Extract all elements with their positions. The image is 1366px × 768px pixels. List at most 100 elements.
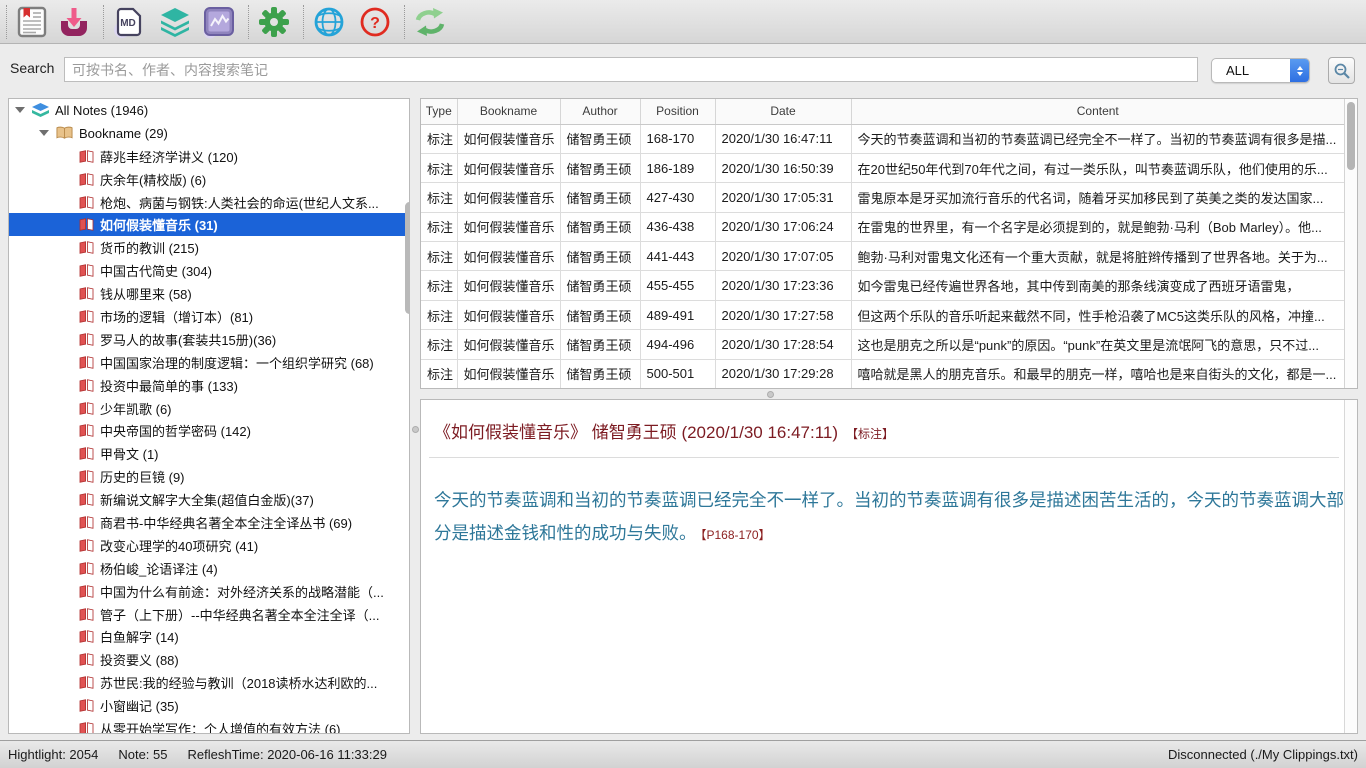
column-header-author[interactable]: Author (560, 99, 640, 124)
sidebar-book-item[interactable]: 中国国家治理的制度逻辑：一个组织学研究 (68) (9, 351, 409, 374)
cell-position[interactable]: 441-443 (640, 242, 715, 271)
cell-author[interactable]: 储智勇王硕 (560, 183, 640, 212)
disclosure-triangle[interactable] (39, 130, 49, 136)
table-row[interactable]: 标注如何假装懂音乐储智勇王硕500-5012020/1/30 17:29:28嘻… (421, 359, 1344, 388)
sidebar-scrollbar[interactable] (403, 198, 410, 734)
cell-bookname[interactable]: 如何假装懂音乐 (457, 300, 560, 329)
sidebar-book-item[interactable]: 庆余年(精校版) (6) (9, 168, 409, 191)
sidebar-item-all-notes[interactable]: All Notes (1946) (9, 99, 409, 122)
cell-position[interactable]: 455-455 (640, 271, 715, 300)
table-row[interactable]: 标注如何假装懂音乐储智勇王硕441-4432020/1/30 17:07:05鲍… (421, 242, 1344, 271)
disclosure-triangle[interactable] (15, 107, 25, 113)
cell-date[interactable]: 2020/1/30 17:27:58 (715, 300, 851, 329)
cell-author[interactable]: 储智勇王硕 (560, 124, 640, 153)
sidebar-book-item[interactable]: 中国为什么有前途：对外经济关系的战略潜能（... (9, 580, 409, 603)
search-button[interactable] (1328, 57, 1355, 84)
cell-date[interactable]: 2020/1/30 17:05:31 (715, 183, 851, 212)
sync-icon[interactable] (411, 3, 449, 41)
sidebar-book-item[interactable]: 历史的巨镜 (9) (9, 465, 409, 488)
table-row[interactable]: 标注如何假装懂音乐储智勇王硕186-1892020/1/30 16:50:39在… (421, 153, 1344, 182)
sidebar-book-item[interactable]: 苏世民:我的经验与教训（2018读桥水达利欧的... (9, 671, 409, 694)
cell-date[interactable]: 2020/1/30 17:29:28 (715, 359, 851, 388)
cell-position[interactable]: 168-170 (640, 124, 715, 153)
settings-icon[interactable] (255, 3, 293, 41)
cell-content[interactable]: 今天的节奏蓝调和当初的节奏蓝调已经完全不一样了。当初的节奏蓝调有很多是描... (851, 124, 1344, 153)
cell-bookname[interactable]: 如何假装懂音乐 (457, 124, 560, 153)
cell-author[interactable]: 储智勇王硕 (560, 153, 640, 182)
table-row[interactable]: 标注如何假装懂音乐储智勇王硕494-4962020/1/30 17:28:54这… (421, 330, 1344, 359)
filter-dropdown[interactable]: ALL (1211, 58, 1310, 83)
sidebar-book-item[interactable]: 小窗幽记 (35) (9, 694, 409, 717)
table-row[interactable]: 标注如何假装懂音乐储智勇王硕436-4382020/1/30 17:06:24在… (421, 212, 1344, 241)
cell-type[interactable]: 标注 (421, 271, 457, 300)
markdown-icon[interactable]: MD (110, 3, 148, 41)
cell-position[interactable]: 494-496 (640, 330, 715, 359)
cell-author[interactable]: 储智勇王硕 (560, 359, 640, 388)
help-icon[interactable]: ? (356, 3, 394, 41)
sidebar-book-item[interactable]: 管子（上下册）--中华经典名著全本全注全译（... (9, 603, 409, 626)
layers-icon[interactable] (156, 3, 194, 41)
sidebar-book-item[interactable]: 钱从哪里来 (58) (9, 282, 409, 305)
cell-type[interactable]: 标注 (421, 330, 457, 359)
sidebar-book-item[interactable]: 投资要义 (88) (9, 648, 409, 671)
cell-date[interactable]: 2020/1/30 17:28:54 (715, 330, 851, 359)
cell-author[interactable]: 储智勇王硕 (560, 330, 640, 359)
cell-date[interactable]: 2020/1/30 16:47:11 (715, 124, 851, 153)
chart-icon[interactable] (200, 3, 238, 41)
cell-position[interactable]: 427-430 (640, 183, 715, 212)
globe-icon[interactable] (310, 3, 348, 41)
cell-content[interactable]: 在20世纪50年代到70年代之间，有过一类乐队，叫节奏蓝调乐队，他们使用的乐..… (851, 153, 1344, 182)
cell-content[interactable]: 但这两个乐队的音乐听起来截然不同，性手枪沿袭了MC5这类乐队的风格，冲撞... (851, 300, 1344, 329)
sidebar-book-item[interactable]: 中央帝国的哲学密码 (142) (9, 419, 409, 442)
cell-date[interactable]: 2020/1/30 16:50:39 (715, 153, 851, 182)
cell-date[interactable]: 2020/1/30 17:07:05 (715, 242, 851, 271)
notes-icon[interactable] (13, 3, 51, 41)
sidebar-book-item[interactable]: 枪炮、病菌与钢铁:人类社会的命运(世纪人文系... (9, 191, 409, 214)
sidebar-scroll-handle[interactable] (405, 202, 410, 314)
cell-type[interactable]: 标注 (421, 183, 457, 212)
search-input[interactable] (64, 57, 1198, 82)
cell-bookname[interactable]: 如何假装懂音乐 (457, 183, 560, 212)
sidebar-book-item[interactable]: 杨伯峻_论语译注 (4) (9, 557, 409, 580)
cell-content[interactable]: 雷鬼原本是牙买加流行音乐的代名词，随着牙买加移民到了英美之类的发达国家... (851, 183, 1344, 212)
cell-type[interactable]: 标注 (421, 153, 457, 182)
cell-content[interactable]: 鲍勃·马利对雷鬼文化还有一个重大贡献，就是将脏辫传播到了世界各地。关于为... (851, 242, 1344, 271)
sidebar-book-item[interactable]: 如何假装懂音乐 (31) (9, 213, 409, 236)
cell-bookname[interactable]: 如何假装懂音乐 (457, 153, 560, 182)
column-header-content[interactable]: Content (851, 99, 1344, 124)
cell-author[interactable]: 储智勇王硕 (560, 242, 640, 271)
sidebar-item-bookname[interactable]: Bookname (29) (9, 122, 409, 145)
cell-type[interactable]: 标注 (421, 359, 457, 388)
cell-position[interactable]: 186-189 (640, 153, 715, 182)
cell-author[interactable]: 储智勇王硕 (560, 300, 640, 329)
column-header-bookname[interactable]: Bookname (457, 99, 560, 124)
sidebar-book-item[interactable]: 白鱼解字 (14) (9, 625, 409, 648)
cell-author[interactable]: 储智勇王硕 (560, 212, 640, 241)
table-row[interactable]: 标注如何假装懂音乐储智勇王硕489-4912020/1/30 17:27:58但… (421, 300, 1344, 329)
sidebar-book-item[interactable]: 少年凯歌 (6) (9, 397, 409, 420)
table-scroll-handle[interactable] (1347, 102, 1355, 170)
column-header-type[interactable]: Type (421, 99, 457, 124)
cell-type[interactable]: 标注 (421, 212, 457, 241)
cell-position[interactable]: 436-438 (640, 212, 715, 241)
sidebar-book-item[interactable]: 薛兆丰经济学讲义 (120) (9, 145, 409, 168)
cell-content[interactable]: 这也是朋克之所以是“punk”的原因。“punk”在英文里是流氓阿飞的意思，只不… (851, 330, 1344, 359)
import-icon[interactable] (55, 3, 93, 41)
cell-bookname[interactable]: 如何假装懂音乐 (457, 242, 560, 271)
cell-type[interactable]: 标注 (421, 124, 457, 153)
cell-bookname[interactable]: 如何假装懂音乐 (457, 271, 560, 300)
cell-content[interactable]: 在雷鬼的世界里，有一个名字是必须提到的，就是鲍勃·马利（Bob Marley）。… (851, 212, 1344, 241)
sidebar-book-item[interactable]: 从零开始学写作：个人增值的有效方法 (6) (9, 717, 409, 734)
cell-type[interactable]: 标注 (421, 242, 457, 271)
cell-author[interactable]: 储智勇王硕 (560, 271, 640, 300)
sidebar-book-item[interactable]: 商君书-中华经典名著全本全注全译丛书 (69) (9, 511, 409, 534)
cell-type[interactable]: 标注 (421, 300, 457, 329)
sidebar-book-item[interactable]: 货币的教训 (215) (9, 236, 409, 259)
sidebar-book-item[interactable]: 改变心理学的40项研究 (41) (9, 534, 409, 557)
sidebar-book-item[interactable]: 市场的逻辑（增订本）(81) (9, 305, 409, 328)
cell-content[interactable]: 嘻哈就是黑人的朋克音乐。和最早的朋克一样，嘻哈也是来自街头的文化，都是一... (851, 359, 1344, 388)
sidebar-book-item[interactable]: 罗马人的故事(套装共15册)(36) (9, 328, 409, 351)
table-row[interactable]: 标注如何假装懂音乐储智勇王硕455-4552020/1/30 17:23:36如… (421, 271, 1344, 300)
table-row[interactable]: 标注如何假装懂音乐储智勇王硕427-4302020/1/30 17:05:31雷… (421, 183, 1344, 212)
sidebar-book-item[interactable]: 新编说文解字大全集(超值白金版)(37) (9, 488, 409, 511)
